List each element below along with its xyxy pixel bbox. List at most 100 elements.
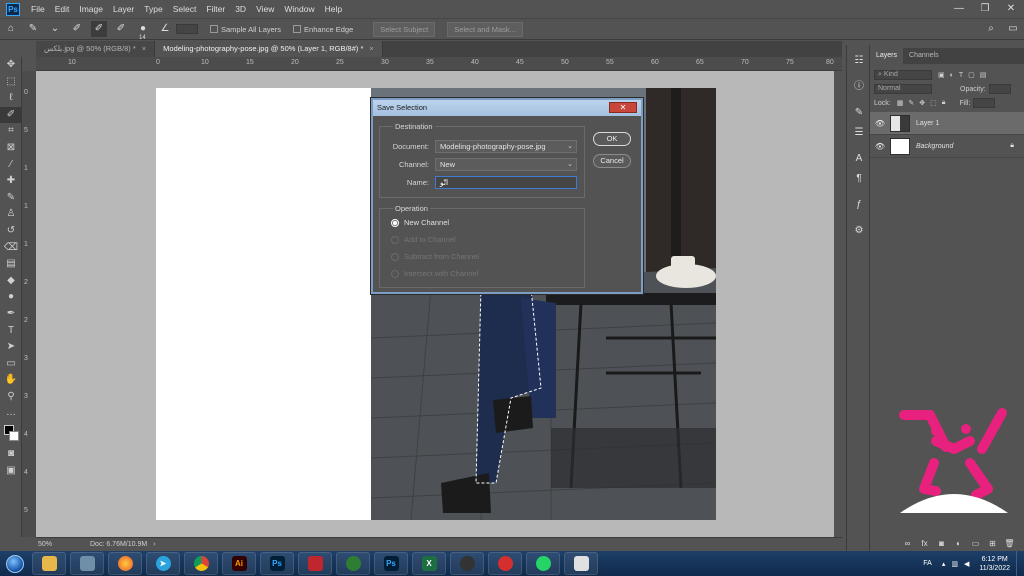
stamp-icon[interactable]: ♙: [0, 206, 22, 223]
chevron-down-icon[interactable]: ⌄: [47, 21, 63, 37]
menu-select[interactable]: Select: [168, 4, 202, 14]
adjustment-layer-icon[interactable]: ◐: [950, 539, 967, 548]
taskbar-calculator[interactable]: [70, 552, 104, 575]
brush-size-icon[interactable]: ● 14: [135, 21, 151, 41]
gradient-icon[interactable]: ▤: [0, 256, 22, 273]
tab-document-1[interactable]: بلکس.jpg @ 50% (RGB/8) * ×: [36, 41, 156, 57]
brush-icon[interactable]: ✎: [0, 190, 22, 207]
dialog-close-button[interactable]: ✕: [609, 102, 637, 113]
status-arrow-icon[interactable]: ›: [153, 541, 155, 548]
layer-name[interactable]: Background: [916, 143, 953, 150]
info-panel-icon[interactable]: ⓘ: [847, 77, 871, 97]
menu-view[interactable]: View: [251, 4, 279, 14]
libraries-panel-icon[interactable]: ⚙: [847, 221, 871, 241]
character-panel-icon[interactable]: A: [847, 149, 871, 169]
visibility-eye-icon[interactable]: 👁︎: [874, 119, 886, 128]
tab-document-2[interactable]: Modeling-photography-pose.jpg @ 50% (Lay…: [155, 41, 383, 57]
frame-icon[interactable]: ⊠: [0, 140, 22, 157]
filter-type-icon[interactable]: T: [959, 72, 963, 79]
new-selection-icon[interactable]: ✐: [69, 21, 85, 37]
link-layers-icon[interactable]: ∞: [899, 539, 916, 548]
eyedropper-icon[interactable]: ⁄: [0, 157, 22, 174]
lock-all-icon[interactable]: 🔒︎: [942, 99, 946, 107]
taskbar-chrome[interactable]: [184, 552, 218, 575]
show-desktop-button[interactable]: [1016, 551, 1024, 576]
new-layer-icon[interactable]: ⊞: [984, 539, 1001, 548]
menu-edit[interactable]: Edit: [50, 4, 75, 14]
taskbar-app-security[interactable]: [488, 552, 522, 575]
sample-all-layers-checkbox[interactable]: Sample All Layers: [210, 25, 281, 34]
type-icon[interactable]: T: [0, 323, 22, 340]
lock-artboard-icon[interactable]: ⬚: [930, 99, 937, 107]
taskbar-files[interactable]: [564, 552, 598, 575]
glyphs-panel-icon[interactable]: ƒ: [847, 195, 871, 215]
rectangle-icon[interactable]: ▭: [0, 356, 22, 373]
enhance-edge-checkbox[interactable]: Enhance Edge: [293, 25, 353, 34]
path-select-icon[interactable]: ➤: [0, 339, 22, 356]
close-icon[interactable]: ×: [142, 44, 146, 53]
lock-transparent-icon[interactable]: ▦: [897, 99, 904, 107]
document-select[interactable]: Modeling-photography-pose.jpg ⌄: [435, 140, 577, 153]
move-icon[interactable]: ✥: [0, 57, 22, 74]
blur-icon[interactable]: ◆: [0, 273, 22, 290]
intersect-with-channel-radio[interactable]: Intersect with Channel: [391, 269, 478, 278]
menu-image[interactable]: Image: [74, 4, 108, 14]
taskbar-illustrator[interactable]: Ai: [222, 552, 256, 575]
menu-filter[interactable]: Filter: [201, 4, 230, 14]
restore-button[interactable]: ❐: [972, 0, 998, 18]
dodge-icon[interactable]: ●: [0, 289, 22, 306]
tool-preset-icon[interactable]: ✎: [25, 21, 41, 37]
marquee-icon[interactable]: ⬚: [0, 74, 22, 91]
subtract-from-channel-radio[interactable]: Subtract from Channel: [391, 252, 479, 261]
filter-shape-icon[interactable]: ▢: [968, 71, 975, 79]
fill-field[interactable]: [973, 98, 996, 108]
add-mask-icon[interactable]: ◙: [933, 539, 950, 548]
hand-icon[interactable]: ✋: [0, 372, 22, 389]
select-subject-button[interactable]: Select Subject: [373, 21, 436, 37]
screen-mode-icon[interactable]: ▣: [0, 463, 22, 480]
clock[interactable]: 6:12 PM 11/3/2022: [979, 555, 1010, 573]
volume-icon[interactable]: ◀: [964, 560, 969, 568]
start-button[interactable]: [0, 551, 30, 576]
angle-field[interactable]: [176, 24, 198, 34]
paragraph-panel-icon[interactable]: ¶: [847, 169, 871, 189]
filter-smart-icon[interactable]: ▤: [980, 71, 987, 79]
close-icon[interactable]: ×: [369, 44, 373, 53]
history-panel-icon[interactable]: ☷: [847, 51, 871, 71]
cancel-button[interactable]: Cancel: [593, 154, 631, 168]
visibility-eye-icon[interactable]: 👁︎: [874, 142, 886, 151]
add-selection-icon[interactable]: ✐: [91, 21, 107, 37]
menu-help[interactable]: Help: [320, 4, 347, 14]
quick-selection-icon[interactable]: ✐: [0, 106, 22, 124]
taskbar-telegram[interactable]: ➤: [146, 552, 180, 575]
taskbar-app-shield[interactable]: [450, 552, 484, 575]
taskbar-photoshop-1[interactable]: Ps: [260, 552, 294, 575]
new-channel-radio[interactable]: New Channel: [391, 218, 449, 227]
blend-mode-select[interactable]: Normal: [874, 84, 932, 94]
adjustments-icon[interactable]: ☰: [847, 123, 871, 143]
tab-layers[interactable]: Layers: [870, 48, 904, 64]
taskbar-app-red[interactable]: [298, 552, 332, 575]
zoom-icon[interactable]: ⚲: [0, 389, 22, 406]
subtract-selection-icon[interactable]: ✐: [113, 21, 129, 37]
taskbar-whatsapp[interactable]: [526, 552, 560, 575]
close-window-button[interactable]: ✕: [998, 0, 1024, 18]
layer-name[interactable]: Layer 1: [916, 120, 939, 127]
language-indicator[interactable]: FA: [923, 560, 932, 567]
menu-type[interactable]: Type: [139, 4, 167, 14]
taskbar-firefox[interactable]: [108, 552, 142, 575]
angle-icon[interactable]: ∠: [157, 21, 173, 37]
taskbar-excel[interactable]: X: [412, 552, 446, 575]
filter-adjustment-icon[interactable]: ◐: [950, 72, 954, 79]
quick-mask-icon[interactable]: ◙: [0, 446, 22, 463]
pen-icon[interactable]: ✒: [0, 306, 22, 323]
more-tools-icon[interactable]: …: [0, 405, 22, 422]
search-icon[interactable]: ⌕: [983, 21, 999, 37]
background-color-swatch[interactable]: [9, 431, 19, 442]
color-swatches[interactable]: [0, 422, 22, 446]
menu-window[interactable]: Window: [279, 4, 319, 14]
network-icon[interactable]: ▥: [951, 560, 958, 568]
menu-layer[interactable]: Layer: [108, 4, 139, 14]
history-brush-icon[interactable]: ↺: [0, 223, 22, 240]
healing-icon[interactable]: ✚: [0, 173, 22, 190]
